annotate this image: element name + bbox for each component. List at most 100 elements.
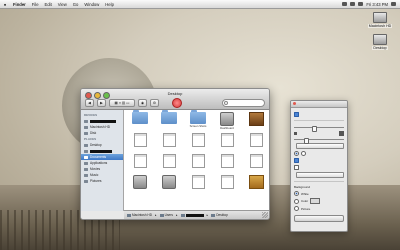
menu-go[interactable]: Go <box>70 2 82 7</box>
slider-knob[interactable] <box>304 137 309 144</box>
file-item[interactable] <box>242 112 269 133</box>
close-button[interactable] <box>293 102 296 105</box>
sidebar-item-label: Applications <box>90 161 108 165</box>
sidebar-item-pictures[interactable]: Pictures <box>81 178 123 184</box>
color-swatch[interactable] <box>310 198 321 204</box>
redacted-label <box>185 213 204 217</box>
radio-button[interactable] <box>301 151 306 156</box>
file-item[interactable] <box>213 133 241 154</box>
home-icon <box>84 149 88 153</box>
document-icon <box>220 175 234 189</box>
redacted-label <box>90 149 112 153</box>
file-item[interactable] <box>213 154 241 175</box>
folder-icon <box>161 110 177 124</box>
file-label: Dashboard <box>220 127 234 130</box>
checkbox[interactable] <box>294 112 299 117</box>
disk-icon <box>84 131 88 135</box>
search-icon <box>224 100 228 105</box>
wifi-icon[interactable] <box>342 2 348 6</box>
file-item[interactable] <box>155 175 183 196</box>
checkbox[interactable] <box>294 158 299 163</box>
radio-button[interactable] <box>294 151 299 156</box>
search-input[interactable] <box>222 98 265 107</box>
file-item[interactable]: Dashboard <box>213 112 241 133</box>
file-item[interactable] <box>213 175 241 196</box>
resize-handle[interactable] <box>262 212 268 218</box>
path-crumb[interactable]: Users <box>159 213 173 217</box>
desktop-drive-icon[interactable]: Desktop <box>366 34 394 50</box>
slider-icons-row <box>294 131 344 136</box>
icon-size-slider[interactable] <box>294 125 344 132</box>
file-item[interactable] <box>184 133 212 154</box>
path-separator-icon: ▸ <box>175 213 178 217</box>
grid-spacing-slider[interactable] <box>294 137 344 144</box>
desktop-icon <box>84 143 88 147</box>
burn-disc-icon[interactable] <box>172 97 182 108</box>
menu-file[interactable]: File <box>29 2 42 7</box>
menu-help[interactable]: Help <box>102 2 117 7</box>
finder-sidebar: DEVICES Macintosh HD Disk PLACES Desktop… <box>81 110 124 211</box>
menu-edit[interactable]: Edit <box>42 2 55 7</box>
document-icon <box>133 154 147 168</box>
applications-icon <box>84 161 88 165</box>
arrange-popup[interactable] <box>296 172 344 178</box>
file-item[interactable] <box>155 110 183 133</box>
finder-toolbar: ◀ ▶ ▦ ≡ ▥ ▭ ◉ ⚙ <box>85 97 265 108</box>
menu-finder[interactable]: Finder <box>10 2 29 7</box>
menu-window[interactable]: Window <box>81 2 102 7</box>
redacted-label <box>90 119 116 123</box>
battery-icon[interactable] <box>358 2 364 6</box>
window-title: Desktop <box>167 91 183 96</box>
forward-button[interactable]: ▶ <box>97 98 106 107</box>
path-crumb[interactable]: Desktop <box>211 213 228 217</box>
sidebar-item-label: Macintosh HD <box>90 125 111 129</box>
checkbox[interactable] <box>294 165 299 170</box>
file-item[interactable] <box>126 154 154 175</box>
desktop-drive-icon[interactable]: Macintosh HD <box>366 12 394 28</box>
background-option-white[interactable]: White <box>294 191 344 196</box>
hard-drive-icon <box>127 213 131 217</box>
spotlight-icon[interactable] <box>391 2 396 6</box>
document-icon <box>162 133 176 147</box>
background-option-color[interactable]: Color <box>294 198 344 204</box>
volume-icon[interactable] <box>350 2 356 6</box>
option-row[interactable] <box>294 165 344 170</box>
file-item[interactable] <box>242 175 269 196</box>
option-row[interactable] <box>294 158 344 163</box>
path-crumb[interactable] <box>180 213 204 217</box>
text-size-popup[interactable] <box>296 143 344 149</box>
arrange-row <box>294 172 344 178</box>
menu-bar: ● Finder File Edit View Go Window Help F… <box>0 0 400 9</box>
file-item[interactable] <box>126 110 154 133</box>
folder-icon <box>190 110 206 124</box>
view-mode-segmented-control[interactable]: ▦ ≡ ▥ ▭ <box>109 98 135 107</box>
file-item[interactable] <box>155 154 183 175</box>
panel-titlebar[interactable] <box>291 101 347 108</box>
file-item[interactable] <box>155 133 183 154</box>
label-position-row <box>294 151 344 156</box>
menu-view[interactable]: View <box>55 2 70 7</box>
file-item[interactable]: Screen Shots <box>184 110 212 133</box>
file-item[interactable] <box>242 133 269 154</box>
quick-look-button[interactable]: ◉ <box>138 98 147 107</box>
file-item[interactable] <box>184 154 212 175</box>
path-crumb-label: Macintosh HD <box>132 213 153 217</box>
path-crumb[interactable]: Macintosh HD <box>127 213 152 217</box>
apple-icon[interactable]: ● <box>0 2 10 7</box>
action-gear-button[interactable]: ⚙ <box>150 98 159 107</box>
back-button[interactable]: ◀ <box>85 98 94 107</box>
file-item[interactable] <box>184 175 212 196</box>
file-item[interactable] <box>242 154 269 175</box>
use-as-defaults-button[interactable] <box>294 215 344 222</box>
finder-titlebar[interactable]: Desktop ◀ ▶ ▦ ≡ ▥ ▭ ◉ ⚙ <box>81 89 269 110</box>
radio-button[interactable] <box>294 206 299 211</box>
menu-clock[interactable]: Fri 3:43 PM <box>366 2 388 7</box>
radio-button[interactable] <box>294 191 299 196</box>
document-icon <box>220 154 234 168</box>
file-item[interactable] <box>126 175 154 196</box>
option-row[interactable] <box>294 112 344 117</box>
background-option-picture[interactable]: Picture <box>294 206 344 211</box>
slider-knob[interactable] <box>311 125 317 132</box>
radio-button[interactable] <box>294 198 299 204</box>
file-item[interactable] <box>126 133 154 154</box>
